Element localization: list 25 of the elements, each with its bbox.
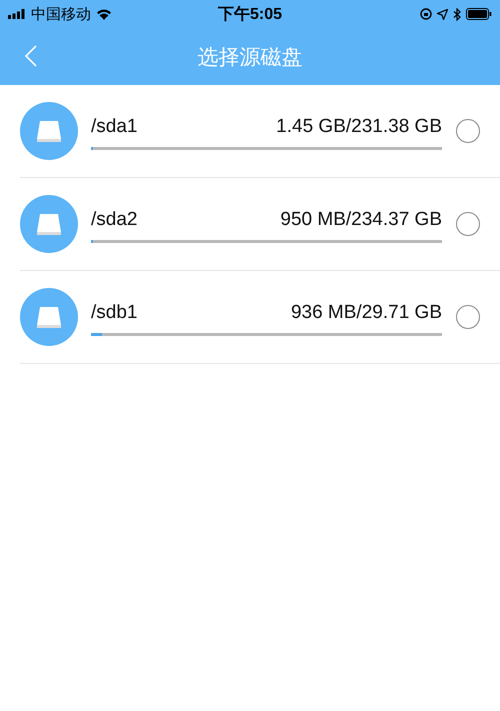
wifi-icon [96, 8, 112, 20]
disk-icon [20, 288, 78, 346]
rotation-lock-icon [420, 8, 432, 20]
disk-row[interactable]: /sda1 1.45 GB/231.38 GB [20, 85, 500, 178]
back-icon[interactable] [25, 45, 37, 67]
disk-usage: 1.45 GB/231.38 GB [276, 116, 442, 138]
disk-usage: 936 MB/29.71 GB [290, 302, 442, 324]
battery-icon [466, 8, 492, 20]
disk-row[interactable]: /sda2 950 MB/234.37 GB [20, 178, 500, 271]
carrier-name: 中国移动 [31, 4, 91, 24]
disk-usage: 950 MB/234.37 GB [280, 209, 442, 231]
disk-name: /sda2 [91, 209, 138, 231]
disk-row[interactable]: /sdb1 936 MB/29.71 GB [20, 271, 500, 364]
disk-name: /sda1 [91, 116, 138, 138]
disk-icon [20, 195, 78, 253]
status-time: 下午5:05 [218, 4, 282, 24]
bluetooth-icon [453, 8, 461, 20]
radio-button[interactable] [456, 119, 480, 143]
signal-icon [8, 9, 26, 19]
location-icon [437, 8, 448, 20]
radio-button[interactable] [456, 305, 480, 329]
page-title: 选择源磁盘 [198, 44, 302, 70]
disk-icon [20, 102, 78, 160]
radio-button[interactable] [456, 212, 480, 236]
disk-name: /sdb1 [91, 302, 138, 324]
